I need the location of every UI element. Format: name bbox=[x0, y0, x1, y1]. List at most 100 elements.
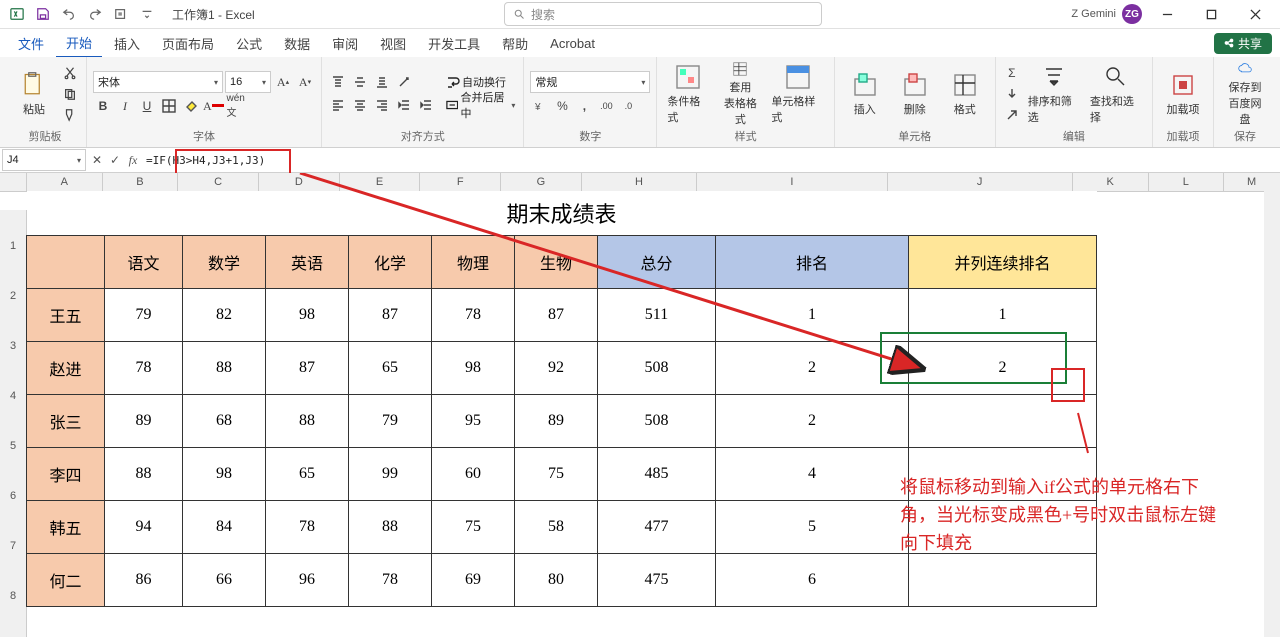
column-header[interactable]: I bbox=[697, 173, 887, 191]
data-cell[interactable]: 78 bbox=[349, 554, 432, 607]
tab-formulas[interactable]: 公式 bbox=[226, 30, 272, 57]
align-middle-icon[interactable] bbox=[350, 72, 370, 92]
align-bottom-icon[interactable] bbox=[372, 72, 392, 92]
pinyin-icon[interactable]: wén文 bbox=[226, 96, 246, 116]
tab-help[interactable]: 帮助 bbox=[492, 30, 538, 57]
data-cell[interactable]: 68 bbox=[183, 395, 266, 448]
bold-icon[interactable]: B bbox=[93, 96, 113, 116]
data-cell[interactable]: 2 bbox=[716, 395, 909, 448]
data-cell[interactable]: 82 bbox=[183, 289, 266, 342]
column-header[interactable]: B bbox=[103, 173, 179, 191]
tab-insert[interactable]: 插入 bbox=[104, 30, 150, 57]
data-cell[interactable]: 1 bbox=[909, 289, 1097, 342]
cell-styles-button[interactable]: 单元格样式 bbox=[767, 61, 827, 127]
row-header[interactable]: 5 bbox=[0, 402, 27, 455]
data-cell[interactable]: 511 bbox=[598, 289, 716, 342]
font-color-icon[interactable]: A bbox=[203, 96, 224, 116]
clear-icon[interactable] bbox=[1002, 105, 1022, 125]
data-cell[interactable]: 5 bbox=[716, 501, 909, 554]
copy-icon[interactable] bbox=[60, 84, 80, 104]
row-header[interactable]: 6 bbox=[0, 452, 27, 505]
data-cell[interactable]: 88 bbox=[266, 395, 349, 448]
indent-increase-icon[interactable] bbox=[416, 95, 436, 115]
select-all-corner[interactable] bbox=[0, 173, 27, 191]
font-size-select[interactable]: 16▾ bbox=[225, 71, 271, 93]
increase-decimal-icon[interactable]: .00 bbox=[596, 96, 616, 116]
row-header[interactable]: 9 bbox=[0, 602, 27, 637]
tab-acrobat[interactable]: Acrobat bbox=[540, 32, 605, 55]
data-cell[interactable]: 4 bbox=[716, 448, 909, 501]
column-header[interactable]: K bbox=[1073, 173, 1149, 191]
column-header[interactable]: J bbox=[888, 173, 1073, 191]
data-cell[interactable] bbox=[909, 554, 1097, 607]
decrease-font-icon[interactable]: A▾ bbox=[295, 72, 315, 92]
merge-center-button[interactable]: 合并后居中▾ bbox=[444, 95, 517, 115]
data-cell[interactable]: 75 bbox=[515, 448, 598, 501]
data-cell[interactable]: 66 bbox=[183, 554, 266, 607]
qat-more-icon[interactable] bbox=[110, 3, 132, 25]
data-cell[interactable]: 87 bbox=[266, 342, 349, 395]
data-cell[interactable]: 94 bbox=[105, 501, 183, 554]
data-cell[interactable]: 78 bbox=[105, 342, 183, 395]
tab-page-layout[interactable]: 页面布局 bbox=[152, 30, 224, 57]
row-header[interactable]: 3 bbox=[0, 302, 27, 355]
avatar[interactable]: ZG bbox=[1122, 4, 1142, 24]
fill-color-icon[interactable] bbox=[181, 96, 201, 116]
data-cell[interactable]: 87 bbox=[349, 289, 432, 342]
row-header[interactable]: 4 bbox=[0, 352, 27, 405]
column-header[interactable]: D bbox=[259, 173, 340, 191]
search-box[interactable]: 搜索 bbox=[504, 2, 822, 26]
enter-formula-icon[interactable]: ✓ bbox=[106, 150, 124, 170]
font-name-select[interactable]: 宋体▾ bbox=[93, 71, 223, 93]
data-cell[interactable]: 98 bbox=[266, 289, 349, 342]
tab-review[interactable]: 审阅 bbox=[322, 30, 368, 57]
row-header[interactable]: 2 bbox=[0, 252, 27, 305]
sort-filter-button[interactable]: 排序和筛选 bbox=[1024, 61, 1084, 127]
close-icon[interactable] bbox=[1236, 0, 1274, 28]
data-cell[interactable]: 98 bbox=[183, 448, 266, 501]
data-cell[interactable]: 79 bbox=[349, 395, 432, 448]
column-header[interactable]: G bbox=[501, 173, 582, 191]
border-icon[interactable] bbox=[159, 96, 179, 116]
align-top-icon[interactable] bbox=[328, 72, 348, 92]
qat-dropdown-icon[interactable] bbox=[136, 3, 158, 25]
data-cell[interactable]: 2 bbox=[716, 342, 909, 395]
tab-file[interactable]: 文件 bbox=[8, 30, 54, 57]
increase-font-icon[interactable]: A▴ bbox=[273, 72, 293, 92]
data-cell[interactable]: 65 bbox=[349, 342, 432, 395]
data-cell[interactable]: 69 bbox=[432, 554, 515, 607]
data-cell[interactable]: 508 bbox=[598, 395, 716, 448]
data-cell[interactable]: 98 bbox=[432, 342, 515, 395]
data-cell[interactable]: 96 bbox=[266, 554, 349, 607]
formula-input[interactable]: =IF(H3>H4,J3+1,J3) bbox=[142, 150, 1280, 170]
data-cell[interactable]: 65 bbox=[266, 448, 349, 501]
data-cell[interactable]: 485 bbox=[598, 448, 716, 501]
vertical-scrollbar[interactable] bbox=[1264, 173, 1280, 637]
percent-icon[interactable]: % bbox=[552, 96, 572, 116]
align-left-icon[interactable] bbox=[328, 95, 348, 115]
data-cell[interactable]: 60 bbox=[432, 448, 515, 501]
data-cell[interactable]: 79 bbox=[105, 289, 183, 342]
conditional-format-button[interactable]: 条件格式 bbox=[663, 61, 713, 127]
data-cell[interactable]: 2 bbox=[909, 342, 1097, 395]
data-cell[interactable]: 80 bbox=[515, 554, 598, 607]
italic-icon[interactable]: I bbox=[115, 96, 135, 116]
decrease-decimal-icon[interactable]: .0 bbox=[618, 96, 638, 116]
baidu-save-button[interactable]: 保存到 百度网盘 bbox=[1220, 61, 1270, 127]
redo-icon[interactable] bbox=[84, 3, 106, 25]
data-cell[interactable]: 78 bbox=[266, 501, 349, 554]
currency-icon[interactable]: ¥ bbox=[530, 96, 550, 116]
tab-home[interactable]: 开始 bbox=[56, 29, 102, 58]
data-cell[interactable]: 88 bbox=[183, 342, 266, 395]
row-header[interactable]: 7 bbox=[0, 502, 27, 555]
data-cell[interactable]: 87 bbox=[515, 289, 598, 342]
row-header[interactable]: 1 bbox=[0, 210, 27, 255]
data-cell[interactable] bbox=[909, 395, 1097, 448]
data-cell[interactable]: 92 bbox=[515, 342, 598, 395]
tab-data[interactable]: 数据 bbox=[274, 30, 320, 57]
indent-decrease-icon[interactable] bbox=[394, 95, 414, 115]
underline-icon[interactable]: U bbox=[137, 96, 157, 116]
data-cell[interactable]: 75 bbox=[432, 501, 515, 554]
cancel-formula-icon[interactable]: ✕ bbox=[88, 150, 106, 170]
column-header[interactable]: H bbox=[582, 173, 698, 191]
